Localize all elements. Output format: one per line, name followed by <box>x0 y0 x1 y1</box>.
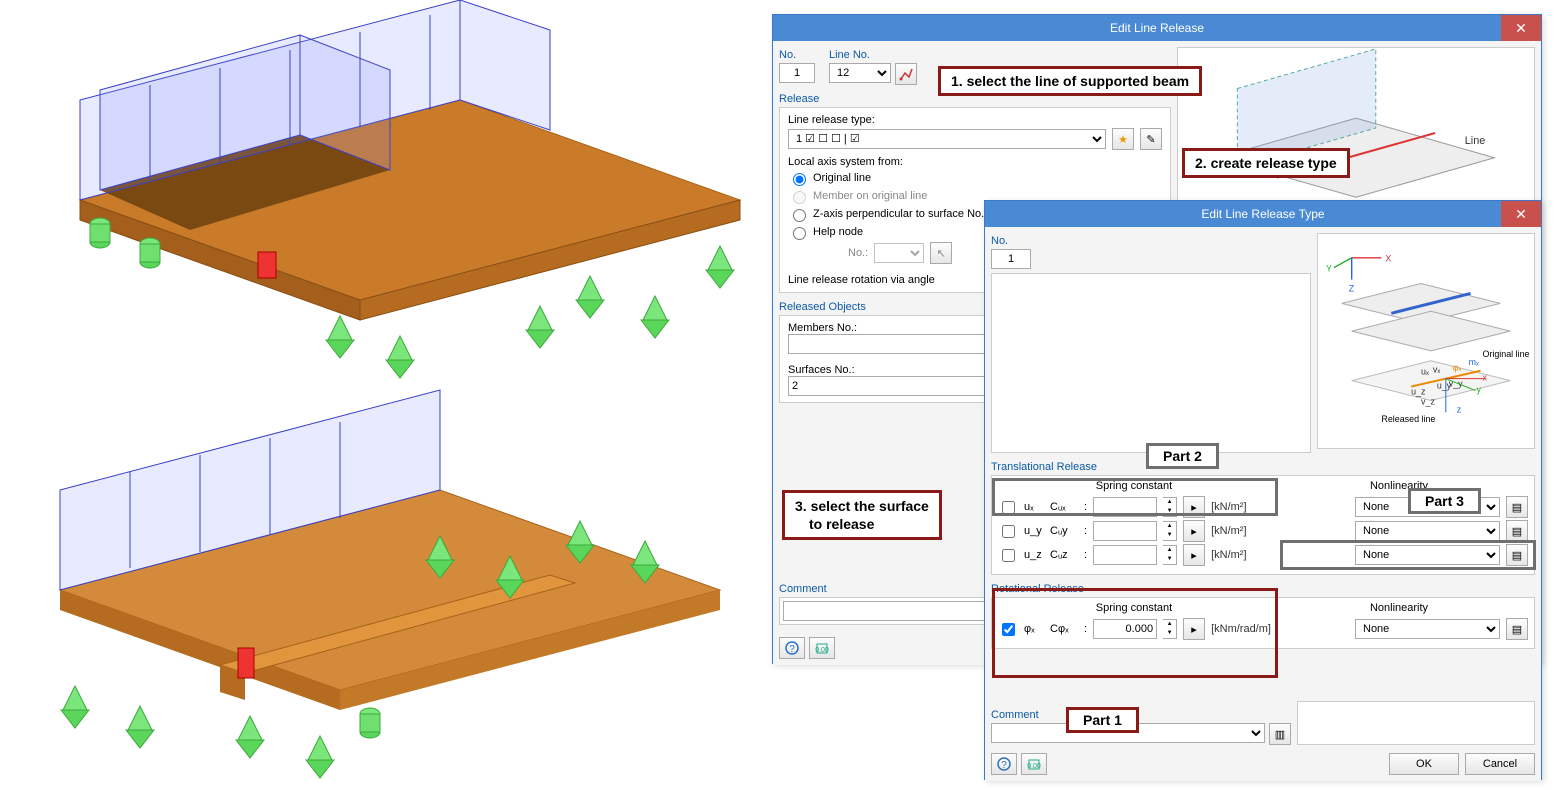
uy-value[interactable] <box>1093 521 1157 541</box>
comment-lib-button[interactable]: ▥ <box>1269 723 1291 745</box>
d2-preview <box>991 273 1311 453</box>
ux-nl-edit[interactable]: ▤ <box>1506 496 1528 518</box>
radio-original-line[interactable] <box>793 173 806 186</box>
close-icon[interactable]: ✕ <box>1501 201 1541 227</box>
surf-no-select <box>874 243 924 263</box>
uy-nl-edit[interactable]: ▤ <box>1506 520 1528 542</box>
svg-text:?: ? <box>789 644 795 655</box>
trans-header: Translational Release <box>991 461 1535 473</box>
pick-line-button[interactable] <box>895 63 917 85</box>
radio-helpnode[interactable] <box>793 227 806 240</box>
svg-text:0.00: 0.00 <box>1027 763 1041 770</box>
d2-comment-label: Comment <box>991 709 1291 721</box>
lineno-select[interactable]: 12 <box>829 63 891 83</box>
callout-3: 3. select the surface to release <box>782 490 942 540</box>
ux-check[interactable] <box>1002 501 1015 514</box>
svg-text:v_y: v_y <box>1449 379 1463 389</box>
svg-text:?: ? <box>1001 760 1007 771</box>
radio-zaxis[interactable] <box>793 209 806 222</box>
svg-text:Line: Line <box>1465 135 1486 147</box>
d2-no-label: No. <box>991 233 1311 249</box>
ux-value[interactable] <box>1093 497 1157 517</box>
callout-2: 2. create release type <box>1182 148 1350 178</box>
callout-1: 1. select the line of supported beam <box>938 66 1202 96</box>
model-viewport <box>0 0 765 790</box>
cancel-button[interactable]: Cancel <box>1465 753 1535 775</box>
uy-check[interactable] <box>1002 525 1015 538</box>
dialog1-title: Edit Line Release <box>1110 21 1204 35</box>
release-type-label: Line release type: <box>788 114 1162 126</box>
svg-text:z: z <box>1457 404 1462 414</box>
no-label: No. <box>779 47 815 63</box>
units-button[interactable]: 0.00 <box>809 637 835 659</box>
d2-help-button[interactable]: ? <box>991 753 1017 775</box>
uy-step[interactable]: ▸ <box>1183 520 1205 542</box>
uz-check[interactable] <box>1002 549 1015 562</box>
phix-check[interactable] <box>1002 623 1015 636</box>
local-axis-label: Local axis system from: <box>788 156 1162 168</box>
part1-label: Part 1 <box>1066 707 1139 733</box>
uz-nonlin[interactable]: None <box>1355 545 1500 565</box>
d2-no-input[interactable] <box>991 249 1031 269</box>
pick-surf-button[interactable]: ↖ <box>930 242 952 264</box>
d2-schematic: X Y Z Original line R <box>1317 233 1535 449</box>
dialog1-titlebar: Edit Line Release ✕ <box>773 15 1541 41</box>
svg-text:0.00: 0.00 <box>815 647 829 654</box>
d2-units-button[interactable]: 0.00 <box>1021 753 1047 775</box>
phix-spinner[interactable]: ▲▼ <box>1163 619 1177 639</box>
radio-member <box>793 191 806 204</box>
uy-nonlin[interactable]: None <box>1355 521 1500 541</box>
edit-release-type-button[interactable]: ✎ <box>1140 128 1162 150</box>
phix-nl-edit[interactable]: ▤ <box>1506 618 1528 640</box>
svg-text:Original line: Original line <box>1482 349 1529 359</box>
close-icon[interactable]: ✕ <box>1501 15 1541 41</box>
svg-text:X: X <box>1385 254 1391 264</box>
uy-spinner[interactable]: ▲▼ <box>1163 521 1177 541</box>
part3-label: Part 3 <box>1408 488 1481 514</box>
help-button[interactable]: ? <box>779 637 805 659</box>
uz-value[interactable] <box>1093 545 1157 565</box>
d2-comment-preview <box>1297 701 1535 745</box>
dialog2-titlebar: Edit Line Release Type ✕ <box>985 201 1541 227</box>
new-release-type-button[interactable]: ★ <box>1112 128 1134 150</box>
phix-value[interactable] <box>1093 619 1157 639</box>
uz-spinner[interactable]: ▲▼ <box>1163 545 1177 565</box>
release-type-select[interactable]: 1 ☑ ☐ ☐ | ☑ <box>788 129 1106 149</box>
svg-text:Released line: Released line <box>1381 414 1435 424</box>
svg-text:Y: Y <box>1326 264 1332 274</box>
ux-spinner[interactable]: ▲▼ <box>1163 497 1177 517</box>
rot-header: Rotational Release <box>991 583 1535 595</box>
uz-nl-edit[interactable]: ▤ <box>1506 544 1528 566</box>
phix-step[interactable]: ▸ <box>1183 618 1205 640</box>
svg-text:uₓ: uₓ <box>1421 367 1429 377</box>
phix-nonlin[interactable]: None <box>1355 619 1500 639</box>
svg-text:mₓ: mₓ <box>1469 357 1479 367</box>
svg-text:Z: Z <box>1349 283 1355 293</box>
ok-button[interactable]: OK <box>1389 753 1459 775</box>
no-input[interactable] <box>779 63 815 83</box>
svg-text:v_z: v_z <box>1421 396 1435 406</box>
svg-text:x: x <box>1482 373 1487 383</box>
dialog2-title: Edit Line Release Type <box>1201 207 1324 221</box>
svg-text:u_z: u_z <box>1411 387 1426 397</box>
rot-panel: Spring constant Nonlinearity φₓ Cφₓ: ▲▼ … <box>991 597 1535 649</box>
svg-text:φₓ: φₓ <box>1453 363 1462 373</box>
part2-label: Part 2 <box>1146 443 1219 469</box>
ux-step[interactable]: ▸ <box>1183 496 1205 518</box>
uz-step[interactable]: ▸ <box>1183 544 1205 566</box>
svg-text:y: y <box>1477 385 1482 395</box>
lineno-label: Line No. <box>829 47 917 63</box>
svg-text:vₓ: vₓ <box>1433 365 1440 375</box>
